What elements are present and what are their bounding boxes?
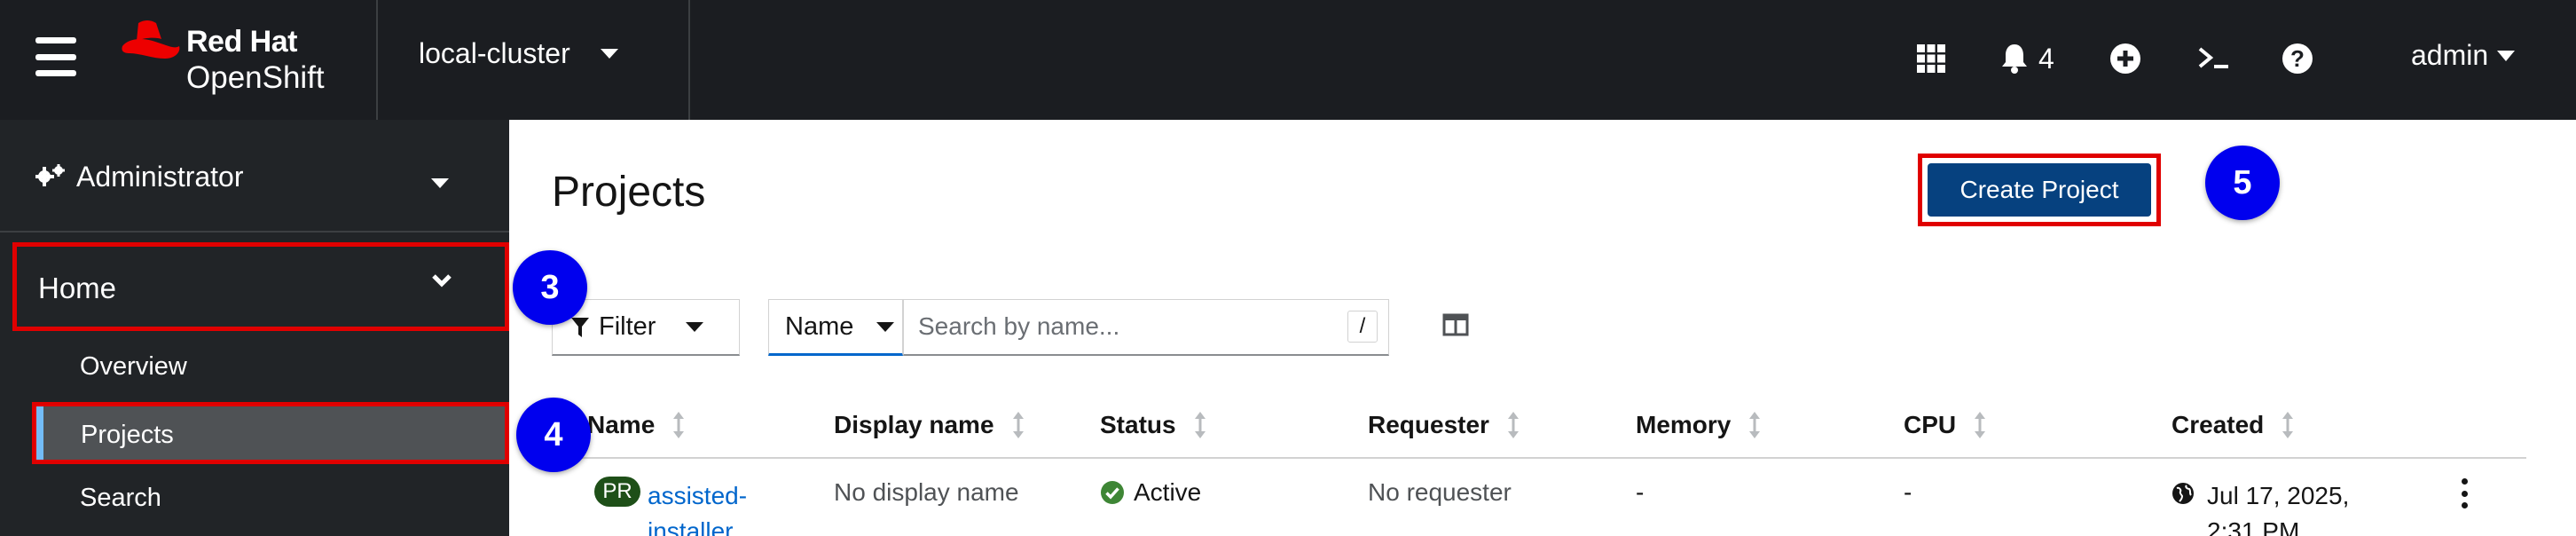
create-project-highlight: Create Project — [1918, 154, 2161, 226]
user-menu[interactable]: admin — [2411, 39, 2516, 72]
column-header-label: Display name — [834, 411, 994, 438]
search-field: / — [903, 299, 1389, 356]
step-callout: 3 — [513, 250, 587, 325]
caret-down-icon — [431, 178, 449, 188]
status-cell: Active — [1100, 478, 1201, 507]
step-callout: 4 — [516, 398, 591, 472]
cluster-selector[interactable]: local-cluster — [419, 37, 618, 70]
nav-group-label: Home — [38, 272, 117, 304]
chevron-down-icon — [432, 274, 452, 288]
column-header-status[interactable]: Status — [1100, 411, 1206, 439]
masthead-divider — [688, 0, 690, 120]
column-header-memory[interactable]: Memory — [1636, 411, 1761, 439]
project-name-link[interactable]: assisted-installer — [648, 478, 772, 536]
column-header-created[interactable]: Created — [2172, 411, 2294, 439]
sidebar-item-overview[interactable]: Overview — [80, 352, 187, 382]
filter-icon — [571, 317, 589, 337]
sort-icon — [673, 412, 685, 438]
display-name-cell: No display name — [834, 478, 1019, 506]
sort-icon — [1507, 412, 1519, 438]
notification-count: 4 — [2038, 42, 2054, 75]
column-header-label: Status — [1100, 411, 1176, 438]
nav-group-home[interactable]: Home — [12, 242, 509, 331]
column-header-name[interactable]: Name — [587, 411, 685, 439]
caret-down-icon — [600, 49, 618, 59]
globe-icon — [2172, 483, 2194, 504]
brand-line2: OpenShift — [186, 60, 325, 95]
cpu-cell: - — [1904, 478, 1912, 506]
check-circle-icon — [1101, 481, 1124, 504]
column-header-label: Created — [2172, 411, 2265, 438]
caret-down-icon — [686, 322, 704, 332]
sort-icon — [1012, 412, 1024, 438]
sidebar-item-search[interactable]: Search — [80, 484, 161, 513]
filter-attribute-select[interactable]: Name — [768, 299, 903, 356]
column-header-label: Name — [587, 411, 656, 438]
help-icon[interactable]: ? — [2281, 39, 2313, 78]
brand-line1: Red Hat — [186, 25, 297, 59]
svg-text:?: ? — [2290, 45, 2305, 72]
bell-icon — [2002, 44, 2027, 74]
filter-label: Filter — [599, 312, 656, 341]
column-header-requester[interactable]: Requester — [1368, 411, 1520, 439]
gears-icon — [35, 164, 65, 186]
apps-grid-icon[interactable] — [1916, 39, 1946, 78]
sort-icon — [1975, 412, 1986, 438]
created-cell: Jul 17, 2025, 2:31 PM — [2172, 478, 2384, 536]
project-badge: PR — [594, 477, 640, 507]
sort-icon — [1194, 412, 1206, 438]
masthead-divider — [376, 0, 378, 120]
status-label: Active — [1134, 478, 1202, 506]
sidebar: Administrator Home Overview Projects Sea… — [0, 120, 509, 536]
red-hat-openshift-logo[interactable]: Red Hat OpenShift — [121, 20, 342, 99]
column-header-display-name[interactable]: Display name — [834, 411, 1025, 439]
plus-circle-icon[interactable] — [2109, 39, 2141, 78]
page-title: Projects — [552, 169, 706, 216]
row-actions-kebab-icon[interactable] — [2459, 478, 2470, 508]
keyboard-shortcut-hint: / — [1347, 311, 1378, 343]
notifications-button[interactable]: 4 — [2001, 39, 2054, 78]
columns-icon[interactable] — [1442, 313, 1469, 336]
memory-cell: - — [1636, 478, 1645, 506]
filter-attribute-label: Name — [785, 311, 854, 341]
table-header-divider — [552, 457, 2526, 459]
created-timestamp: Jul 17, 2025, 2:31 PM — [2207, 482, 2350, 536]
column-header-label: CPU — [1904, 411, 1957, 438]
sort-icon — [2282, 412, 2294, 438]
requester-cell: No requester — [1368, 478, 1512, 506]
terminal-icon[interactable] — [2196, 39, 2232, 78]
menu-icon[interactable] — [35, 37, 76, 76]
sort-icon — [1749, 412, 1761, 438]
masthead: Red Hat OpenShift local-cluster 4 ? admi… — [0, 0, 2576, 120]
perspective-label: Administrator — [76, 161, 244, 193]
column-header-label: Memory — [1636, 411, 1732, 438]
caret-down-icon — [2497, 50, 2516, 61]
red-hat-icon — [122, 20, 180, 59]
step-callout: 5 — [2205, 146, 2280, 220]
sidebar-item-projects[interactable]: Projects — [32, 402, 509, 464]
perspective-switcher[interactable]: Administrator — [0, 120, 509, 233]
sidebar-item-label: Projects — [81, 421, 174, 449]
create-project-button[interactable]: Create Project — [1928, 163, 2151, 217]
cluster-name: local-cluster — [419, 37, 570, 69]
column-header-label: Requester — [1368, 411, 1489, 438]
user-name: admin — [2411, 39, 2489, 71]
search-input[interactable] — [904, 300, 1330, 353]
caret-down-icon — [876, 321, 895, 332]
column-header-cpu[interactable]: CPU — [1904, 411, 1986, 439]
